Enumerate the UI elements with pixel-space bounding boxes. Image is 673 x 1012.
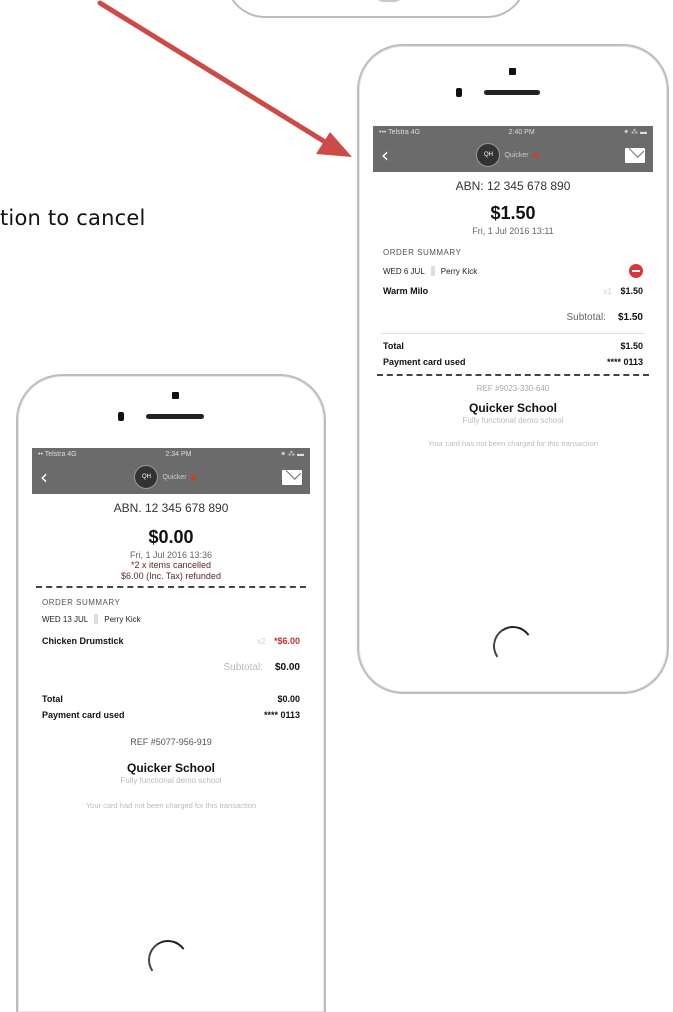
order-date: WED 13 JUL	[42, 614, 89, 624]
item-name: Chicken Drumstick	[42, 636, 124, 646]
total-row: Total $1.50	[383, 338, 643, 354]
status-bar: ••• Telstra 4G 2:40 PM ⁕ ⁂ ▬	[373, 126, 653, 138]
section-title: ORDER SUMMARY	[42, 598, 121, 607]
app-logo: QH Quicker	[134, 465, 196, 489]
payment-label: Payment card used	[383, 357, 466, 367]
back-chevron-icon[interactable]: ‹	[381, 145, 389, 165]
school-name: Quicker School	[126, 761, 216, 775]
item-qty: x2	[257, 637, 266, 646]
school-subtitle: Fully functional demo school	[120, 776, 222, 785]
nav-bar: ‹ QH Quicker	[32, 460, 310, 494]
order-datetime: Fri, 1 Jul 2016 13:36	[129, 550, 213, 560]
amount-total: $1.50	[490, 203, 536, 223]
screen: •• Telstra 4G 2:34 PM ⁕ ⁂ ▬ ‹ QH Quicker…	[32, 448, 310, 916]
dashed-divider	[377, 374, 649, 376]
divider	[381, 333, 645, 334]
total-label: Total	[42, 694, 63, 704]
camera	[172, 392, 179, 399]
order-datetime: Fri, 1 Jul 2016 13:11	[472, 226, 554, 236]
payment-label: Payment card used	[42, 710, 125, 720]
amount-total: $0.00	[148, 527, 194, 547]
item-price: $1.50	[620, 286, 643, 296]
sensor	[118, 412, 124, 421]
separator	[94, 614, 99, 624]
subtotal-label: Subtotal:	[223, 661, 263, 673]
payment-card: **** 0113	[263, 710, 300, 720]
camera	[509, 68, 516, 75]
mail-icon[interactable]	[282, 469, 302, 485]
payment-row: Payment card used **** 0113	[42, 707, 300, 723]
order-date: WED 6 JUL	[383, 266, 425, 276]
order-item-row: Warm Milo x1 $1.50	[383, 281, 643, 301]
item-price-cancelled: *$6.00	[273, 636, 300, 646]
section-title: ORDER SUMMARY	[383, 248, 462, 257]
nav-bar: ‹ QH Quicker	[373, 138, 653, 172]
item-qty: x1	[603, 287, 612, 296]
total-value: $1.50	[620, 341, 643, 351]
annotation-text: tion to cancel	[0, 206, 146, 230]
subtotal-row: Subtotal: $0.00	[42, 657, 300, 677]
app-logo: QH Quicker	[476, 143, 538, 167]
charge-note: Your card had not been charged for this …	[85, 801, 257, 810]
back-chevron-icon[interactable]: ‹	[40, 467, 48, 487]
logo-circle: QH	[134, 465, 159, 489]
school-subtitle: Fully functional demo school	[462, 416, 564, 425]
student-name: Perry Kick	[104, 614, 141, 624]
refund-note: $6.00 (Inc. Tax) refunded	[121, 571, 221, 581]
school-name: Quicker School	[468, 401, 558, 415]
item-name: Warm Milo	[383, 286, 429, 296]
order-header-row: WED 13 JUL Perry Kick	[42, 609, 300, 629]
dashed-divider	[36, 586, 306, 588]
abn-label: ABN. 12 345 678 890	[113, 501, 229, 515]
home-button[interactable]	[489, 622, 537, 670]
separator	[430, 266, 435, 276]
order-header-row: WED 6 JUL Perry Kick	[383, 261, 643, 281]
cancelled-items-note: *2 x items cancelled	[130, 560, 212, 570]
logo-circle: QH	[476, 143, 501, 167]
order-item-row: Chicken Drumstick x2 *$6.00	[42, 629, 300, 653]
charge-note: Your card has not been charged for this …	[428, 439, 598, 448]
total-value: $0.00	[277, 694, 300, 704]
screen: ••• Telstra 4G 2:40 PM ⁕ ⁂ ▬ ‹ QH Quicke…	[373, 126, 653, 602]
sensor	[456, 88, 462, 97]
speaker-grille	[484, 90, 540, 95]
subtotal-row: Subtotal: $1.50	[383, 307, 643, 327]
time-label: 2:40 PM	[508, 128, 535, 136]
abn-label: ABN: 12 345 678 890	[455, 179, 571, 193]
mail-icon[interactable]	[625, 147, 645, 163]
cancel-minus-icon[interactable]	[629, 264, 643, 278]
status-bar: •• Telstra 4G 2:34 PM ⁕ ⁂ ▬	[32, 448, 310, 460]
time-label: 2:34 PM	[165, 450, 192, 458]
total-row: Total $0.00	[42, 691, 300, 707]
payment-card: **** 0113	[606, 357, 643, 367]
home-button[interactable]	[144, 936, 192, 984]
student-name: Perry Kick	[440, 266, 478, 276]
battery-icon: ⁕ ⁂ ▬	[280, 451, 304, 458]
subtotal-value: $1.50	[617, 311, 643, 323]
speaker-grille	[146, 414, 204, 419]
logo-dot-icon	[532, 152, 538, 158]
payment-row: Payment card used **** 0113	[383, 354, 643, 370]
total-label: Total	[383, 341, 404, 351]
brand-name: Quicker	[504, 151, 529, 159]
subtotal-value: $0.00	[274, 661, 300, 673]
carrier-label: ••• Telstra 4G	[379, 128, 421, 136]
phone-top-partial	[225, 0, 527, 18]
subtotal-label: Subtotal:	[566, 311, 606, 323]
phone-receipt-cancelled: •• Telstra 4G 2:34 PM ⁕ ⁂ ▬ ‹ QH Quicker…	[16, 374, 326, 1012]
logo-dot-icon	[190, 474, 196, 480]
reference-number: REF #9023-330-640	[476, 384, 550, 393]
carrier-label: •• Telstra 4G	[38, 450, 77, 458]
phone-receipt-before-cancel: ••• Telstra 4G 2:40 PM ⁕ ⁂ ▬ ‹ QH Quicke…	[357, 44, 669, 694]
battery-icon: ⁕ ⁂ ▬	[623, 129, 647, 136]
brand-name: Quicker	[162, 473, 187, 481]
reference-number: REF #5077-956-919	[130, 737, 212, 747]
